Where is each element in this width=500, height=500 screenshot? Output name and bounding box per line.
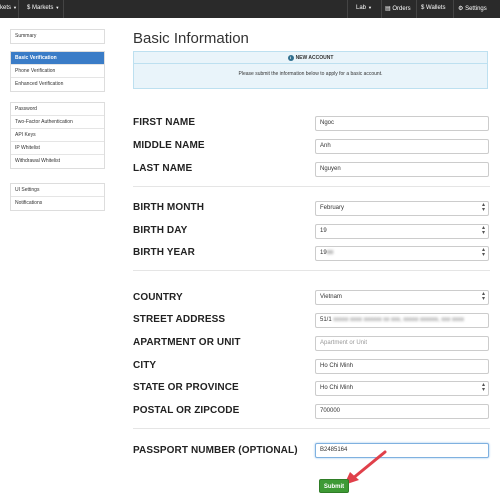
select-arrows-icon: ▴ ▾	[481, 225, 485, 236]
middle-name-input[interactable]: Anh	[315, 139, 489, 154]
alert-title-text: NEW ACCOUNT	[295, 55, 334, 61]
sidebar-item-summary[interactable]: Summary	[11, 30, 104, 43]
birth-day-value: 19	[320, 228, 327, 234]
nav-settings[interactable]: ⚙ Settings	[458, 5, 487, 12]
redacted-text: xxxxx xxxx xxxxxx xx xxx, xxxxx xxxxxx, …	[333, 317, 465, 323]
birth-year-label: BIRTH YEAR	[133, 247, 195, 258]
nav-divider	[347, 0, 348, 18]
birth-year-value: 19	[320, 250, 327, 256]
last-name-input[interactable]: Nguyen	[315, 162, 489, 177]
sidebar-item-two-factor[interactable]: Two-Factor Authentication	[11, 116, 104, 129]
postal-input[interactable]: 700000	[315, 404, 489, 419]
state-select[interactable]: Ho Chi Minh ▴ ▾	[315, 381, 489, 396]
nav-divider	[453, 0, 454, 18]
section-divider	[133, 428, 490, 429]
nav-markets[interactable]: $ Markets ▼	[27, 5, 59, 11]
submit-button[interactable]: Submit	[319, 479, 349, 493]
middle-name-label: MIDDLE NAME	[133, 140, 205, 151]
section-divider	[133, 186, 490, 187]
sidebar-item-phone-verification[interactable]: Phone Verification	[11, 65, 104, 78]
alert-message: Please submit the information below to a…	[238, 71, 383, 77]
nav-settings-label: Settings	[465, 6, 487, 12]
sidebar-item-basic-verification[interactable]: Basic Verification	[11, 52, 104, 65]
nav-divider	[63, 0, 64, 18]
sidebar-item-enhanced-verification[interactable]: Enhanced Verification	[11, 78, 104, 91]
alert-title: i NEW ACCOUNT	[134, 52, 487, 64]
select-arrows-icon: ▴ ▾	[481, 247, 485, 258]
apartment-label: APARTMENT OR UNIT	[133, 337, 241, 348]
nav-lab[interactable]: Lab ▼	[356, 5, 372, 11]
sidebar-item-notifications[interactable]: Notifications	[11, 197, 104, 210]
sidebar-group-summary: Summary	[10, 29, 105, 44]
city-label: CITY	[133, 360, 157, 371]
nav-divider	[18, 0, 19, 18]
select-arrows-icon: ▴ ▾	[481, 382, 485, 393]
nav-orders[interactable]: ▤ Orders	[385, 5, 411, 12]
birth-month-label: BIRTH MONTH	[133, 202, 205, 213]
new-account-alert: i NEW ACCOUNT Please submit the informati…	[133, 51, 488, 89]
nav-divider	[416, 0, 417, 18]
country-value: Vietnam	[320, 294, 342, 300]
street-address-input[interactable]: 51/1 xxxxx xxxx xxxxxx xx xxx, xxxxx xxx…	[315, 313, 489, 328]
sidebar-item-api-keys[interactable]: API Keys	[11, 129, 104, 142]
first-name-label: FIRST NAME	[133, 117, 196, 128]
nav-wallets[interactable]: $ Wallets	[421, 5, 445, 11]
sidebar-item-ui-settings[interactable]: UI Settings	[11, 184, 104, 197]
top-nav-bar: kets ▼ $ Markets ▼ Lab ▼ ▤ Orders $ Wallets…	[0, 0, 500, 18]
nav-markets-cut[interactable]: kets ▼	[0, 5, 17, 11]
redacted-text: 88	[326, 250, 334, 256]
first-name-input[interactable]: Ngoc	[315, 116, 489, 131]
orders-icon: ▤	[385, 6, 391, 12]
nav-orders-label: Orders	[392, 6, 411, 12]
country-select[interactable]: Vietnam ▴ ▾	[315, 290, 489, 305]
sidebar-group-preferences: UI Settings Notifications	[10, 183, 105, 211]
birth-day-select[interactable]: 19 ▴ ▾	[315, 224, 489, 239]
info-icon: i	[287, 54, 294, 61]
passport-label: PASSPORT NUMBER (OPTIONAL)	[133, 445, 298, 456]
gear-icon: ⚙	[458, 6, 464, 12]
birth-month-select[interactable]: February ▴ ▾	[315, 201, 489, 216]
section-divider	[133, 270, 490, 271]
apartment-input[interactable]: Apartment or Unit	[315, 336, 489, 351]
nav-markets-cut-label: kets	[0, 5, 12, 11]
sidebar-item-ip-whitelist[interactable]: IP Whitelist	[11, 142, 104, 155]
nav-wallets-label: Wallets	[426, 5, 446, 11]
nav-lab-label: Lab	[356, 5, 367, 11]
dollar-icon: $	[421, 5, 425, 11]
street-address-value: 51/1	[320, 317, 332, 323]
birth-day-label: BIRTH DAY	[133, 225, 188, 236]
birth-year-select[interactable]: 1988 ▴ ▾	[315, 246, 489, 261]
chevron-down-icon: ▼	[55, 5, 60, 10]
city-input[interactable]: Ho Chi Minh	[315, 359, 489, 374]
nav-divider	[381, 0, 382, 18]
nav-markets-label: $ Markets	[27, 5, 54, 11]
chevron-down-icon: ▼	[13, 5, 17, 10]
country-label: COUNTRY	[133, 292, 183, 303]
postal-label: POSTAL OR ZIPCODE	[133, 405, 240, 416]
birth-month-value: February	[320, 205, 345, 211]
state-label: STATE OR PROVINCE	[133, 382, 239, 393]
sidebar-item-withdrawal-whitelist[interactable]: Withdrawal Whitelist	[11, 155, 104, 168]
select-arrows-icon: ▴ ▾	[481, 291, 485, 302]
street-address-label: STREET ADDRESS	[133, 314, 226, 325]
last-name-label: LAST NAME	[133, 163, 193, 174]
page-title: Basic Information	[133, 30, 249, 47]
sidebar-item-password[interactable]: Password	[11, 103, 104, 116]
chevron-down-icon: ▼	[368, 5, 372, 10]
sidebar-group-verification: Basic Verification Phone Verification En…	[10, 51, 105, 92]
sidebar-group-security: Password Two-Factor Authentication API K…	[10, 102, 105, 169]
state-value: Ho Chi Minh	[320, 385, 354, 391]
select-arrows-icon: ▴ ▾	[481, 202, 485, 213]
